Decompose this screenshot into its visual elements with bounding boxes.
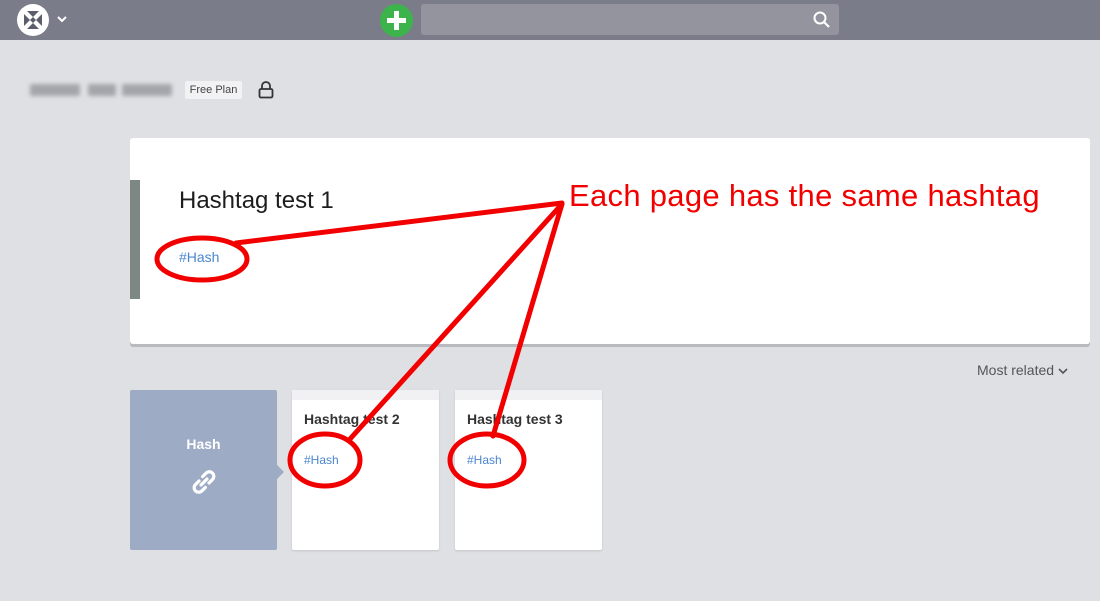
related-page-card[interactable]: Hashtag test 2 #Hash [292,390,439,550]
plus-icon [387,11,406,30]
sort-dropdown[interactable]: Most related [977,362,1068,378]
sort-label: Most related [977,362,1055,378]
annotation-text: Each page has the same hashtag [569,178,1040,213]
search-icon[interactable] [812,10,831,29]
lock-icon[interactable] [257,80,275,100]
user-name [30,80,173,100]
tile-pointer [277,465,284,479]
hashtag-link[interactable]: #Hash [467,453,502,467]
related-page-title[interactable]: Hashtag test 2 [304,411,400,427]
add-page-button[interactable] [380,4,413,37]
app-logo-icon[interactable] [17,4,49,36]
plan-badge: Free Plan [185,81,242,99]
main-page-card[interactable]: Hashtag test 1 #Hash [130,138,1090,344]
page-title[interactable]: Hashtag test 1 [179,187,334,215]
hashtag-link[interactable]: #Hash [179,249,219,265]
card-accent-bar [130,180,140,299]
chevron-down-icon[interactable] [55,12,69,26]
related-page-card[interactable]: Hashtag test 3 #Hash [455,390,602,550]
hashtag-link[interactable]: #Hash [304,453,339,467]
hashtag-tile-label: Hash [186,436,221,452]
card-header-stripe [292,390,439,400]
hashtag-tile[interactable]: Hash [130,390,284,550]
chevron-down-icon [1058,362,1068,378]
link-icon [188,466,220,498]
related-page-title[interactable]: Hashtag test 3 [467,411,563,427]
top-bar [0,0,1100,40]
search-input[interactable] [421,4,839,35]
card-header-stripe [455,390,602,400]
